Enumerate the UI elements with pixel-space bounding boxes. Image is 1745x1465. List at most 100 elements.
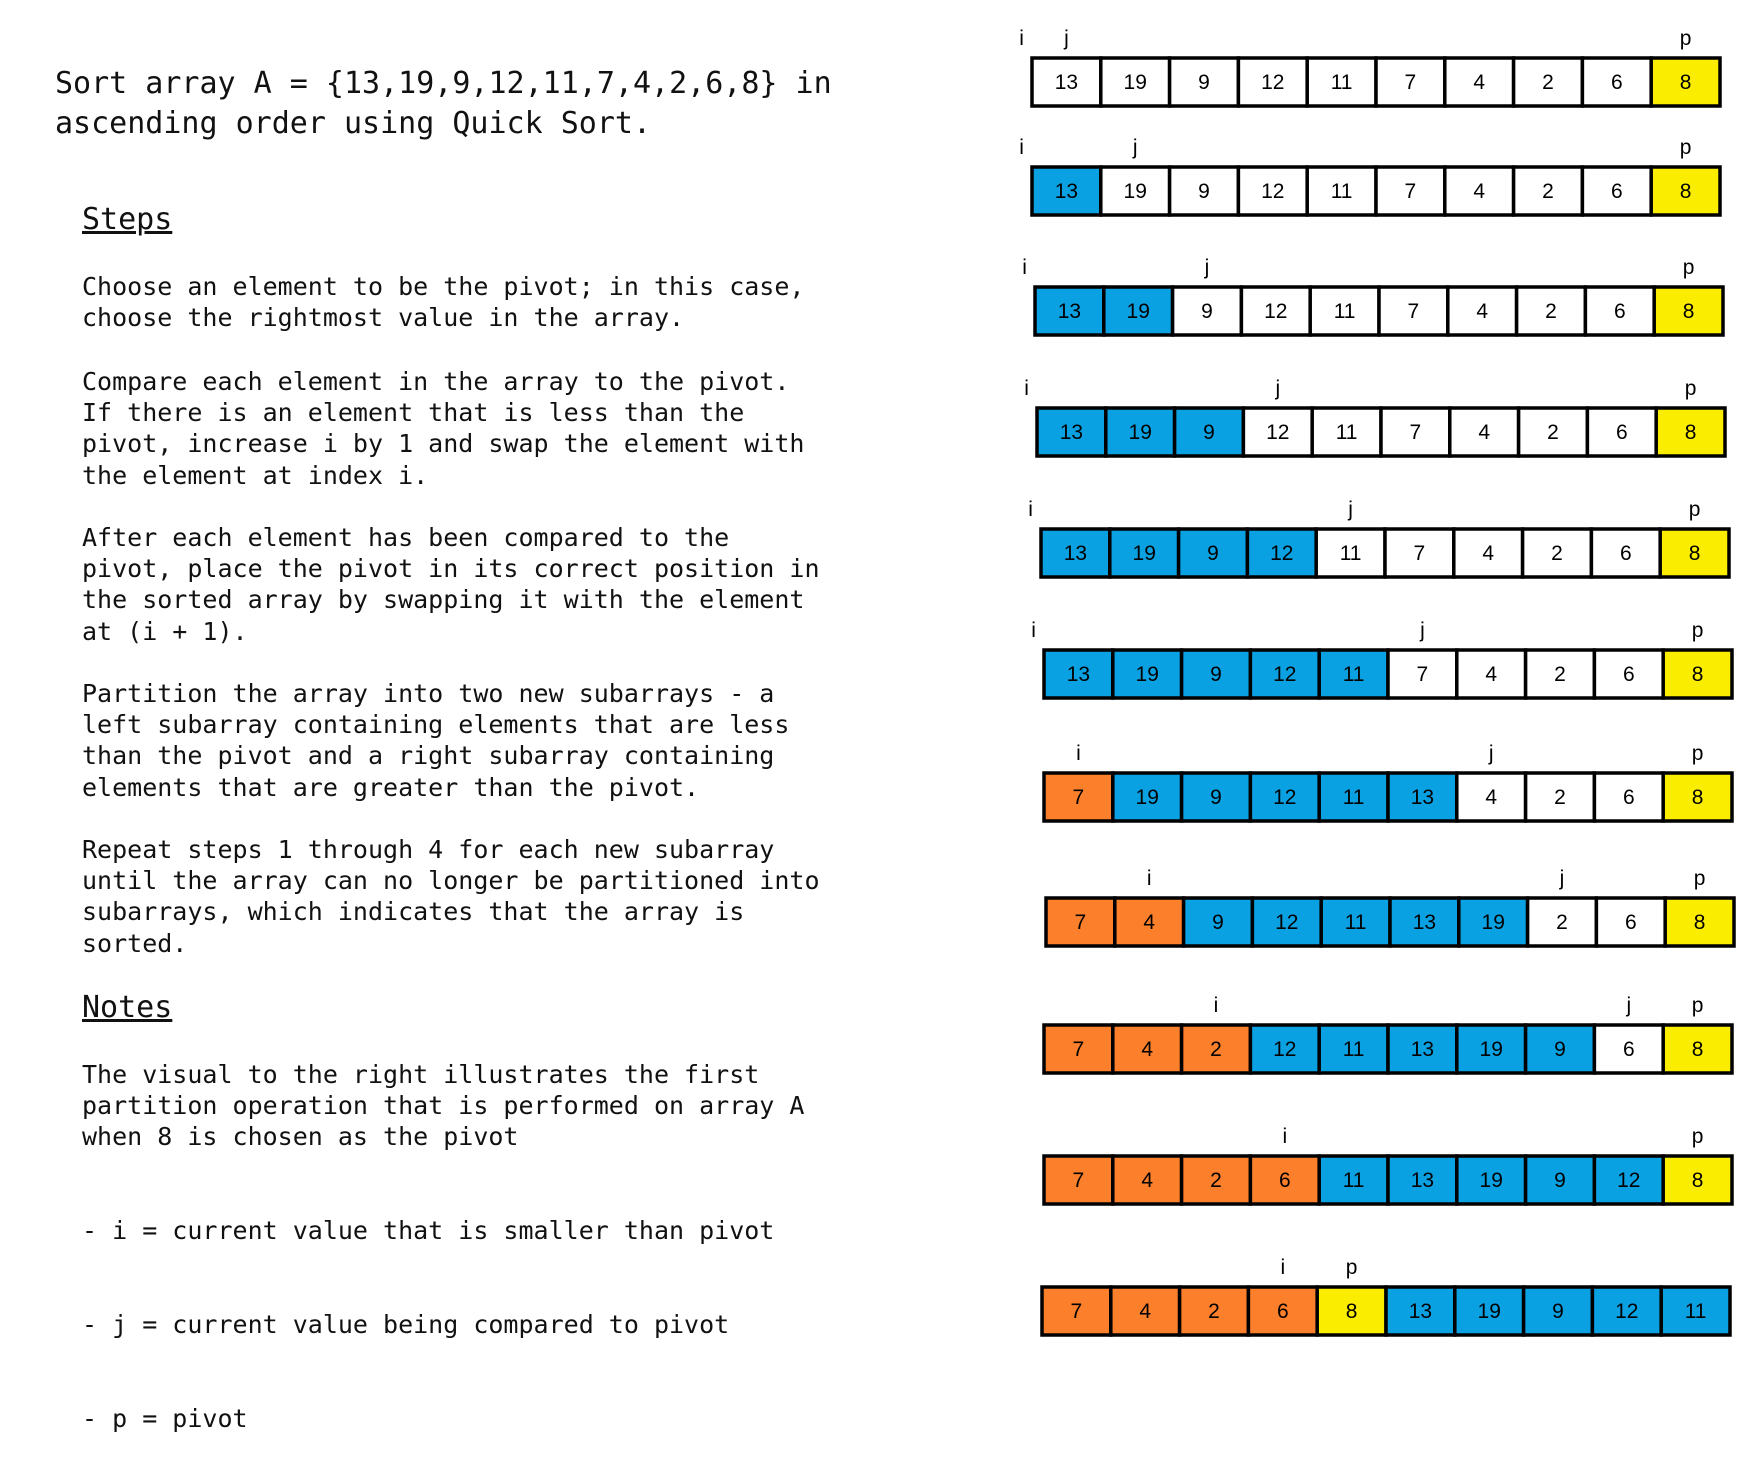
- array-cell-value: 13: [1413, 911, 1436, 934]
- array-cell-value: 13: [1064, 542, 1087, 565]
- marker-p: p: [1689, 498, 1701, 521]
- array-cell-value: 4: [1485, 786, 1497, 809]
- marker-j: j: [1347, 498, 1353, 521]
- array-cell-value: 19: [1136, 786, 1159, 809]
- marker-i: i: [1147, 867, 1152, 890]
- marker-j: j: [1063, 27, 1069, 50]
- array-cell-value: 12: [1273, 786, 1296, 809]
- marker-j: j: [1559, 867, 1565, 890]
- array-cell-value: 19: [1478, 1300, 1501, 1323]
- array-cell-value: 9: [1207, 542, 1219, 565]
- marker-j: j: [1204, 256, 1210, 279]
- array-cell-value: 8: [1680, 71, 1692, 94]
- array-cell-value: 4: [1473, 71, 1485, 94]
- marker-p: p: [1683, 256, 1695, 279]
- array-cell-value: 6: [1611, 71, 1623, 94]
- array-cell-value: 4: [1141, 1038, 1153, 1061]
- array-cell-value: 12: [1273, 663, 1296, 686]
- array-cell-value: 7: [1073, 1169, 1085, 1192]
- array-cell-value: 9: [1554, 1038, 1566, 1061]
- array-cell-value: 7: [1071, 1300, 1083, 1323]
- array-cell-value: 9: [1212, 911, 1224, 934]
- array-cell-value: 8: [1692, 663, 1704, 686]
- array-cell-value: 9: [1203, 421, 1215, 444]
- array-cell-value: 12: [1264, 300, 1287, 323]
- array-cell-value: 12: [1270, 542, 1293, 565]
- marker-p: p: [1694, 867, 1706, 890]
- array-cell-value: 7: [1408, 300, 1420, 323]
- array-cell-value: 2: [1210, 1169, 1222, 1192]
- array-cell-value: 2: [1556, 911, 1568, 934]
- marker-j: j: [1488, 742, 1494, 765]
- array-cell-value: 2: [1547, 421, 1559, 444]
- array-cell-value: 6: [1623, 663, 1635, 686]
- array-cell-value: 11: [1345, 911, 1367, 934]
- array-cell-value: 12: [1615, 1300, 1638, 1323]
- array-cell-value: 9: [1552, 1300, 1564, 1323]
- array-cell-value: 13: [1411, 1169, 1434, 1192]
- array-cell-value: 11: [1343, 786, 1365, 809]
- array-cell-value: 19: [1136, 663, 1159, 686]
- array-cell-value: 13: [1409, 1300, 1432, 1323]
- array-cell-value: 2: [1545, 300, 1557, 323]
- marker-j: j: [1419, 619, 1425, 642]
- array-cell-value: 8: [1694, 911, 1706, 934]
- array-row-9: 7 4 2 12 11 13 19 9 6 8 i j p: [1042, 994, 1734, 1075]
- array-cell-value: 8: [1685, 421, 1697, 444]
- marker-j: j: [1625, 994, 1631, 1017]
- array-row-2: 13 19 9 12 11 7 4 2 6 8 i j p: [1019, 136, 1722, 217]
- array-cell-value: 6: [1277, 1300, 1289, 1323]
- array-cell-value: 9: [1554, 1169, 1566, 1192]
- array-cell-value: 4: [1141, 1169, 1153, 1192]
- array-cell-value: 12: [1617, 1169, 1640, 1192]
- partition-diagram: 13 19 9 12 11 7 4 2 6 8 i j p 13 19 9 12 11 7 4 2 6 8 i j p 13 19 9 1…: [1019, 27, 1736, 1337]
- array-cell-value: 13: [1411, 786, 1434, 809]
- marker-p: p: [1346, 1256, 1358, 1279]
- array-cell-value: 13: [1060, 421, 1083, 444]
- marker-j: j: [1132, 136, 1138, 159]
- marker-p: p: [1680, 27, 1692, 50]
- array-cell-value: 7: [1075, 911, 1087, 934]
- array-row-1: 13 19 9 12 11 7 4 2 6 8 i j p: [1019, 27, 1722, 108]
- array-cell-value: 12: [1275, 911, 1298, 934]
- array-cell-value: 19: [1129, 421, 1152, 444]
- marker-p: p: [1685, 377, 1697, 400]
- array-row-7: 7 19 9 12 11 13 4 2 6 8 i j p: [1042, 742, 1734, 823]
- array-cell-value: 8: [1692, 1038, 1704, 1061]
- array-cell-value: 12: [1266, 421, 1289, 444]
- array-cell-value: 2: [1542, 180, 1554, 203]
- array-cell-value: 6: [1611, 180, 1623, 203]
- array-cell-value: 19: [1127, 300, 1150, 323]
- marker-p: p: [1680, 136, 1692, 159]
- marker-j: j: [1274, 377, 1280, 400]
- array-cell-value: 9: [1198, 180, 1210, 203]
- array-cell-value: 12: [1261, 180, 1284, 203]
- array-cell-value: 13: [1055, 71, 1078, 94]
- array-cell-value: 2: [1208, 1300, 1220, 1323]
- array-cell-value: 4: [1143, 911, 1155, 934]
- array-cell-value: 8: [1689, 542, 1701, 565]
- array-cell-value: 4: [1478, 421, 1490, 444]
- array-cell-value: 11: [1331, 180, 1353, 203]
- array-cell-value: 19: [1124, 180, 1147, 203]
- array-cell-value: 13: [1058, 300, 1081, 323]
- array-cell-value: 6: [1279, 1169, 1291, 1192]
- array-cell-value: 7: [1073, 1038, 1085, 1061]
- array-cell-value: 13: [1411, 1038, 1434, 1061]
- array-cell-value: 6: [1623, 786, 1635, 809]
- array-row-11: 7 4 2 6 8 13 19 9 12 11 i p: [1040, 1256, 1732, 1337]
- array-cell-value: 7: [1073, 786, 1085, 809]
- array-cell-value: 12: [1261, 71, 1284, 94]
- array-cell-value: 7: [1405, 180, 1417, 203]
- array-cell-value: 4: [1482, 542, 1494, 565]
- array-cell-value: 6: [1625, 911, 1637, 934]
- array-cell-value: 19: [1480, 1038, 1503, 1061]
- array-row-5: 13 19 9 12 11 7 4 2 6 8 i j p: [1028, 498, 1731, 579]
- array-cell-value: 19: [1124, 71, 1147, 94]
- array-cell-value: 7: [1410, 421, 1422, 444]
- array-cell-value: 11: [1331, 71, 1353, 94]
- array-row-3: 13 19 9 12 11 7 4 2 6 8 i j p: [1022, 256, 1725, 337]
- array-cell-value: 2: [1554, 663, 1566, 686]
- marker-i: i: [1031, 619, 1036, 642]
- array-cell-value: 13: [1055, 180, 1078, 203]
